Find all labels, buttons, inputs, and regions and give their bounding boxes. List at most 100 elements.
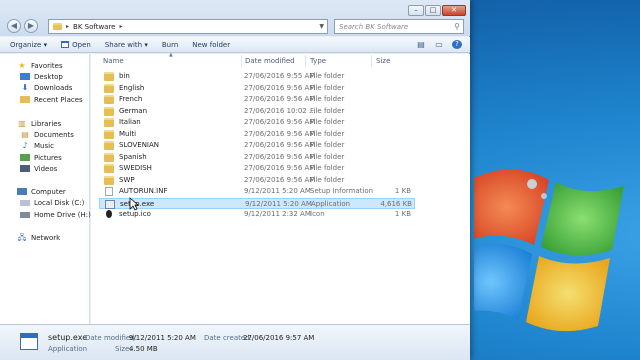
file-row[interactable]: SWEDISH 27/06/2016 9:56 AM File folder [99, 163, 415, 174]
help-icon[interactable]: ? [452, 40, 462, 49]
nav-label: Pictures [34, 153, 62, 162]
music-icon: ♪ [22, 141, 28, 150]
folder-icon [53, 23, 62, 30]
file-row[interactable]: Multi 27/06/2016 9:56 AM File folder [99, 129, 415, 140]
file-type: File folder [310, 175, 345, 184]
file-row[interactable]: Spanish 27/06/2016 9:56 AM File folder [99, 152, 415, 163]
file-row[interactable]: SWP 27/06/2016 9:56 AM File folder [99, 175, 415, 186]
organize-button[interactable]: Organize ▾ [10, 41, 47, 49]
file-type: Icon [310, 210, 325, 218]
breadcrumb-folder[interactable]: BK Software [73, 23, 115, 31]
file-name: SLOVENIAN [119, 141, 160, 149]
nav-recent-places[interactable]: Recent Places [20, 94, 83, 105]
videos-icon [20, 165, 30, 172]
nav-videos[interactable]: Videos [20, 163, 57, 174]
nav-label: Favorites [31, 61, 63, 70]
file-name: German [119, 106, 148, 115]
file-row[interactable]: AUTORUN.INF 9/12/2011 5:20 AM Setup Inform… [99, 186, 415, 197]
column-divider[interactable] [305, 55, 306, 67]
open-label: Open [72, 40, 91, 49]
file-date-modified: 27/06/2016 9:56 AM [244, 129, 316, 138]
file-name: SWP [119, 175, 135, 184]
column-divider[interactable] [241, 55, 242, 67]
file-type: File folder [310, 164, 345, 172]
application-icon [105, 199, 115, 209]
column-header-date[interactable]: Date modified [245, 57, 295, 65]
window-controls: – □ ✕ [408, 5, 466, 16]
address-bar[interactable]: ▸ BK Software ▸ ▼ [48, 19, 328, 34]
nav-pictures[interactable]: Pictures [20, 152, 62, 163]
file-type: File folder [310, 129, 345, 138]
share-with-button[interactable]: Share with ▾ [105, 41, 148, 49]
new-folder-button[interactable]: New folder [192, 41, 230, 49]
breadcrumb-separator: ▸ [119, 23, 123, 30]
search-box[interactable]: Search BK Software ⚲ [334, 19, 464, 34]
file-type: File folder [310, 118, 345, 126]
file-name: SWEDISH [119, 164, 152, 172]
nav-home-drive[interactable]: Home Drive (H:) [20, 209, 91, 220]
file-date-modified: 27/06/2016 10:02 ... [244, 106, 316, 115]
details-size: 4.50 MB [129, 345, 158, 353]
open-button[interactable]: Open [61, 41, 91, 49]
nav-network[interactable]: 🖧 Network [17, 232, 61, 243]
maximize-button[interactable]: □ [425, 5, 441, 16]
forward-button[interactable]: ▶ [24, 19, 38, 33]
desktop-icon [20, 73, 30, 80]
nav-label: Network [31, 233, 61, 242]
search-input[interactable]: Search BK Software [339, 23, 451, 31]
nav-downloads[interactable]: ⬇ Downloads [20, 82, 73, 93]
file-date-modified: 27/06/2016 9:56 AM [244, 175, 316, 184]
nav-local-disk[interactable]: Local Disk (C:) [20, 197, 84, 208]
file-date-modified: 27/06/2016 9:55 AM [244, 72, 316, 80]
folder-icon [104, 83, 114, 93]
minimize-button[interactable]: – [408, 5, 424, 16]
column-header-size[interactable]: Size [376, 57, 390, 65]
nav-favorites[interactable]: ★ Favorites [17, 60, 63, 71]
search-icon[interactable]: ⚲ [451, 22, 463, 31]
windows-logo [474, 169, 624, 332]
file-row[interactable]: French 27/06/2016 9:56 AM File folder [99, 94, 415, 105]
folder-icon [104, 141, 114, 150]
file-row[interactable]: Italian 27/06/2016 9:56 AM File folder [99, 117, 415, 128]
file-row[interactable]: setup.ico 9/12/2011 2:32 AM Icon 1 KB [99, 209, 415, 220]
back-button[interactable]: ◀ [7, 19, 21, 33]
file-row[interactable]: German 27/06/2016 10:02 ... File folder [99, 106, 415, 117]
nav-label: Home Drive (H:) [34, 210, 91, 219]
file-type: File folder [310, 72, 345, 80]
column-header-name[interactable]: Name [103, 57, 124, 65]
nav-music[interactable]: ♪ Music [20, 140, 53, 151]
file-type: File folder [310, 95, 345, 103]
nav-computer[interactable]: Computer [17, 186, 66, 197]
preview-pane-icon[interactable]: ▭ [434, 40, 444, 49]
folder-icon [104, 106, 114, 116]
nav-desktop[interactable]: Desktop [20, 71, 63, 82]
nav-libraries[interactable]: ▥ Libraries [17, 118, 61, 129]
nav-documents[interactable]: ▤ Documents [20, 129, 74, 140]
file-row[interactable]: setup.exe 9/12/2011 5:20 AM Application 4,6… [99, 197, 415, 209]
app-icon [61, 41, 70, 48]
star-icon: ★ [18, 61, 26, 70]
folder-icon [104, 118, 114, 127]
file-name: Spanish [119, 152, 147, 161]
file-name: bin [119, 72, 130, 80]
file-date-modified: 27/06/2016 9:56 AM [244, 83, 316, 92]
column-divider[interactable] [371, 55, 372, 67]
command-bar: Organize ▾ Open Share with ▾ Burn New fo… [0, 37, 470, 53]
file-name: Italian [119, 118, 141, 126]
file-date-modified: 9/12/2011 2:32 AM [244, 210, 311, 218]
file-name: AUTORUN.INF [119, 187, 168, 195]
close-button[interactable]: ✕ [442, 5, 466, 16]
breadcrumb-separator: ▸ [66, 23, 70, 30]
computer-icon [17, 188, 27, 195]
file-row[interactable]: English 27/06/2016 9:56 AM File folder [99, 83, 415, 94]
file-row[interactable]: SLOVENIAN 27/06/2016 9:56 AM File folder [99, 140, 415, 151]
burn-button[interactable]: Burn [162, 41, 178, 49]
chevron-down-icon[interactable]: ▼ [319, 23, 324, 30]
column-header-type[interactable]: Type [310, 57, 326, 65]
file-row[interactable]: bin 27/06/2016 9:55 AM File folder [99, 71, 415, 82]
view-options-icon[interactable]: ▤ [416, 40, 426, 49]
details-filetype: Application [48, 345, 88, 353]
details-filename: setup.exe [48, 333, 88, 342]
folder-icon [104, 152, 114, 162]
folder-icon [104, 129, 114, 139]
